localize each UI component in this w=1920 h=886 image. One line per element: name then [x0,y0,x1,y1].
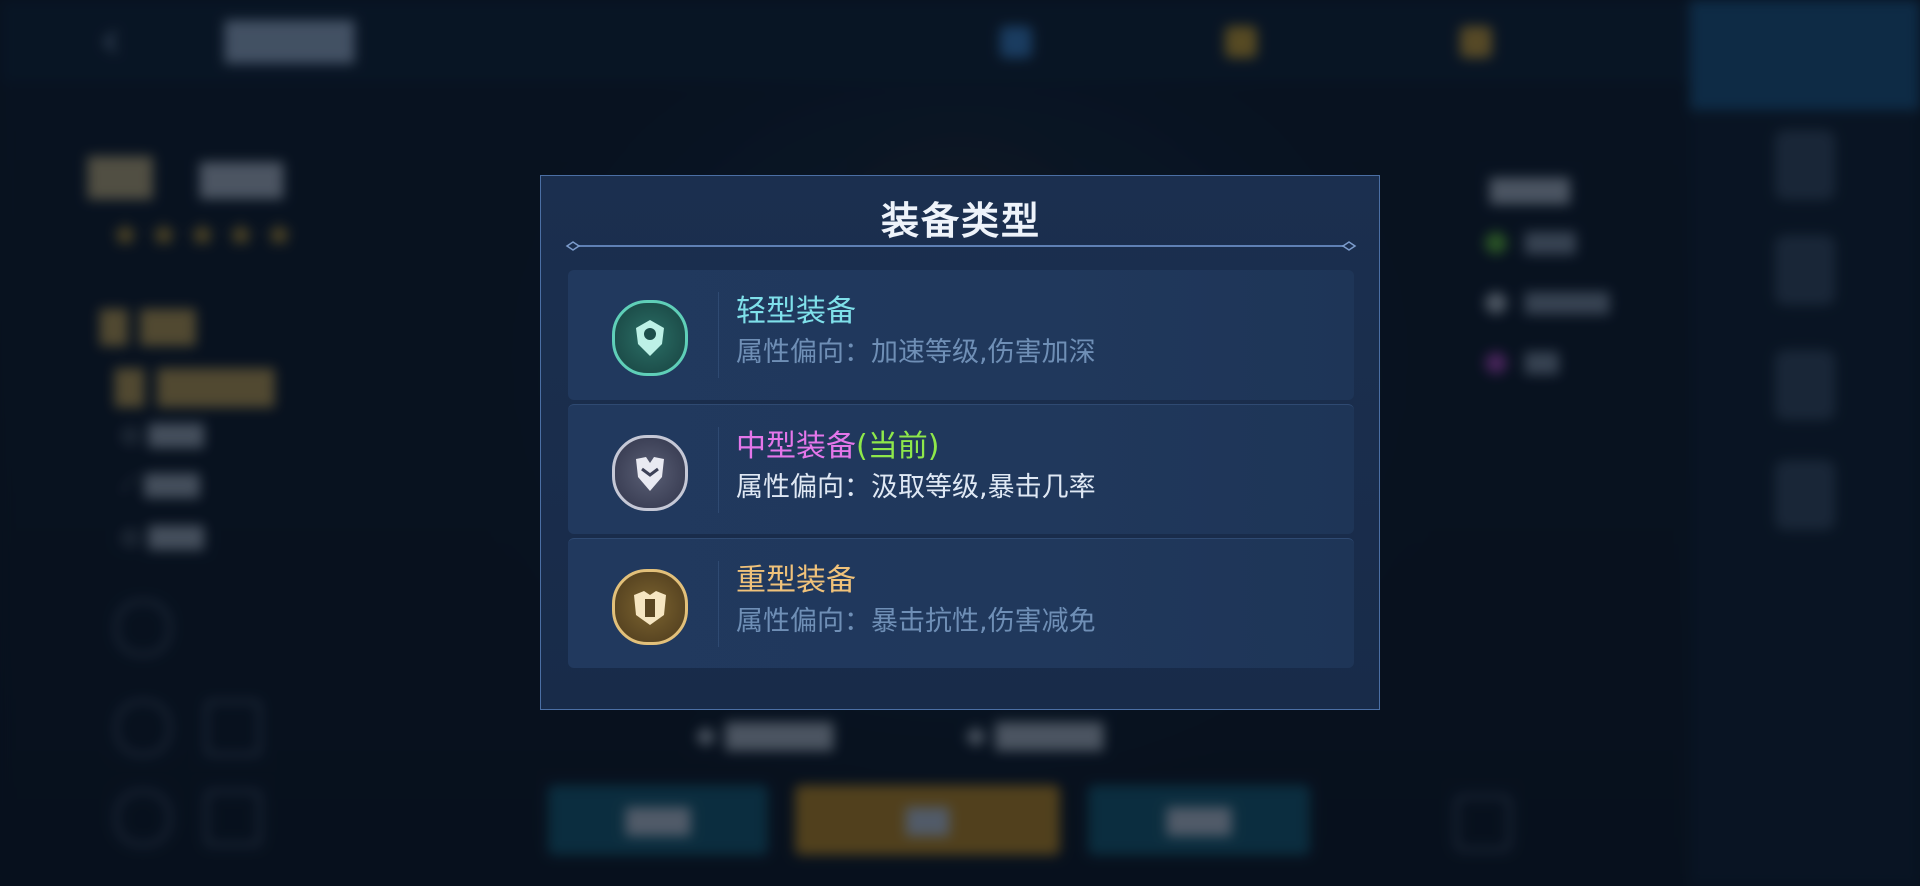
option-separator [718,561,719,647]
option-title: 中型装备 [736,429,856,464]
option-attributes: 属性偏向：汲取等级,暴击几率 [736,465,1096,504]
option-title: 重型装备 [736,563,856,598]
current-tag: (当前) [856,429,940,464]
dialog-title: 装备类型 [880,199,1041,243]
option-attributes: 属性偏向：暴击抗性,伤害减免 [736,599,1096,638]
attr-value: 暴击抗性,伤害减免 [871,606,1096,637]
title-divider [565,241,1357,251]
option-separator [718,427,719,513]
option-medium-armor[interactable]: 中型装备(当前) 属性偏向：汲取等级,暴击几率 [568,404,1354,534]
equipment-type-dialog: 装备类型 轻型装备 属性偏向：加速等级,伤害加深 中型装备(当前) 属性偏向：汲… [540,175,1380,710]
attr-label: 属性偏向： [736,472,871,503]
option-separator [718,292,719,378]
option-name: 重型装备 [736,555,856,599]
option-title: 轻型装备 [736,294,856,329]
option-attributes: 属性偏向：加速等级,伤害加深 [736,330,1096,369]
light-armor-icon [612,300,688,376]
attr-value: 加速等级,伤害加深 [871,337,1096,368]
attr-label: 属性偏向： [736,606,871,637]
option-name: 中型装备(当前) [736,421,939,465]
option-heavy-armor[interactable]: 重型装备 属性偏向：暴击抗性,伤害减免 [568,538,1354,668]
medium-armor-icon [612,435,688,511]
heavy-armor-icon [612,569,688,645]
option-light-armor[interactable]: 轻型装备 属性偏向：加速等级,伤害加深 [568,270,1354,400]
attr-value: 汲取等级,暴击几率 [871,472,1096,503]
option-name: 轻型装备 [736,286,856,330]
attr-label: 属性偏向： [736,337,871,368]
